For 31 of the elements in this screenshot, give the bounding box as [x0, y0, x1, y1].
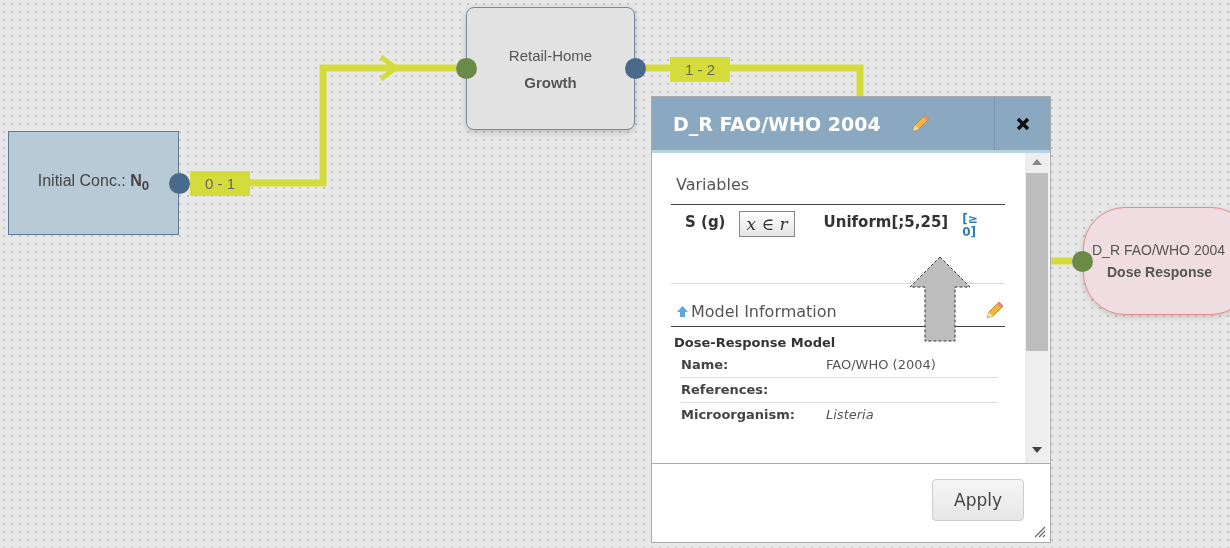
constraint-link[interactable]: [≥0] — [962, 213, 975, 240]
edit-icon[interactable] — [983, 300, 1005, 322]
node-subtitle: Growth — [524, 73, 577, 91]
section-heading: Model Information — [691, 301, 837, 321]
field-label: Name: — [681, 357, 730, 372]
node-title: D_R FAO/WHO 2004 — [1092, 242, 1226, 258]
model-node[interactable]: Retail-Home Growth — [466, 7, 635, 130]
field-label: Microorganism: — [681, 407, 797, 422]
field-value: Listeria — [826, 407, 874, 422]
node-title: Initial Conc.: N$_{0}$ — [37, 172, 150, 194]
apply-button[interactable]: Apply — [932, 479, 1024, 521]
field-value: FAO/WHO (2004) — [826, 357, 936, 372]
node-subtitle: Dose Response — [1106, 264, 1213, 280]
variable-name: S (g) — [685, 213, 726, 231]
model-node[interactable]: D_R FAO/WHO 2004 Dose Response — [1083, 207, 1230, 315]
resize-grip-icon[interactable] — [1034, 526, 1046, 538]
connector-label[interactable]: 0 - 1 — [190, 171, 250, 196]
scroll-up-arrow-icon[interactable] — [1032, 159, 1042, 165]
dialog-title: D_R FAO/WHO 2004 — [673, 112, 881, 135]
scroll-down-arrow-icon[interactable] — [1032, 447, 1042, 453]
connector-label[interactable]: 1 - 2 — [670, 57, 730, 82]
section-heading: Variables — [671, 165, 1005, 205]
subsection-title: Dose-Response Model — [673, 334, 837, 352]
close-icon — [1015, 116, 1030, 131]
collapse-icon[interactable] — [676, 304, 689, 318]
node-title: Retail-Home — [508, 46, 593, 64]
field-label: References: — [681, 382, 770, 397]
model-node[interactable]: Initial Conc.: N$_{0}$ — [8, 131, 179, 235]
formula-button[interactable]: x ∈ r — [739, 211, 795, 237]
scrollbar[interactable] — [1025, 153, 1049, 463]
variable-value: Uniform[;5,25] — [823, 213, 949, 231]
